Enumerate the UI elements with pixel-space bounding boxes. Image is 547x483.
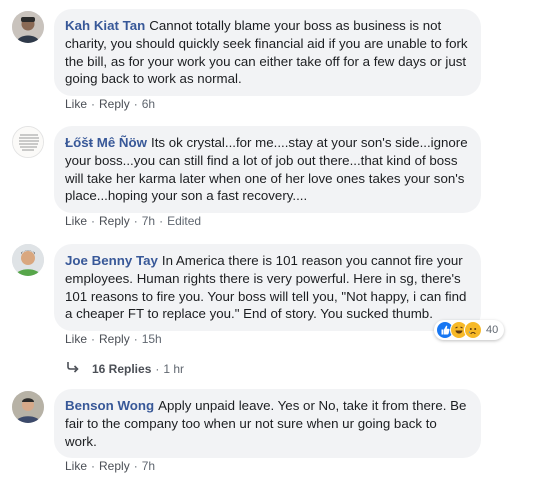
replies-count-link[interactable]: 16 Replies [92,362,151,376]
separator-dot: · [91,332,96,346]
reply-link[interactable]: Reply [99,214,130,228]
comment-bubble: Łőšŧ Mê Ñöw Its ok crystal...for me....st… [54,126,481,214]
separator-dot: · [159,214,164,228]
like-link[interactable]: Like [65,97,87,111]
replies-time: 1 hr [163,362,185,376]
separator-dot: · [91,459,96,473]
commenter-name[interactable]: Kah Kiat Tan [65,18,145,33]
comment-time[interactable]: 6h [142,97,155,111]
separator-dot: · [91,214,96,228]
avatar[interactable] [12,11,44,43]
comment-time[interactable]: 7h [142,459,155,473]
reply-link[interactable]: Reply [99,97,130,111]
view-replies[interactable]: 16 Replies · 1 hr [66,361,184,377]
reply-link[interactable]: Reply [99,459,130,473]
avatar-photo-icon [12,391,44,423]
avatar[interactable] [12,126,44,158]
comment-bubble: Joe Benny Tay In America there is 101 rea… [54,244,481,332]
avatar[interactable] [12,244,44,276]
comment-actions: Like · Reply · 7h · Edited [65,213,201,229]
comment-actions: Like · Reply · 15h [65,331,162,347]
like-link[interactable]: Like [65,332,87,346]
separator-dot: · [133,459,138,473]
commenter-name[interactable]: Łőšŧ Mê Ñöw [65,135,147,150]
reply-link[interactable]: Reply [99,332,130,346]
separator-dot: · [133,332,138,346]
comment-time[interactable]: 15h [142,332,162,346]
separator-dot: · [133,214,138,228]
like-link[interactable]: Like [65,459,87,473]
separator-dot: · [91,97,96,111]
comment-actions: Like · Reply · 6h [65,96,155,112]
comment-actions: Like · Reply · 7h [65,458,155,474]
commenter-name[interactable]: Benson Wong [65,398,154,413]
separator-dot: · [155,362,160,376]
avatar[interactable] [12,391,44,423]
comment-bubble: Kah Kiat Tan Cannot totally blame your bo… [54,9,481,97]
avatar-photo-icon [12,11,44,43]
reaction-count: 40 [486,324,499,336]
edited-label[interactable]: Edited [167,214,201,228]
avatar-photo-icon [12,244,44,276]
comment-time[interactable]: 7h [142,214,155,228]
commenter-name[interactable]: Joe Benny Tay [65,253,158,268]
like-link[interactable]: Like [65,214,87,228]
sad-reaction-icon [464,321,482,339]
reactions-summary[interactable]: 40 [434,320,505,340]
comment-bubble: Benson Wong Apply unpaid leave. Yes or No… [54,389,481,459]
avatar-text-image-icon [13,127,43,157]
reply-arrow-icon [66,361,82,377]
separator-dot: · [133,97,138,111]
